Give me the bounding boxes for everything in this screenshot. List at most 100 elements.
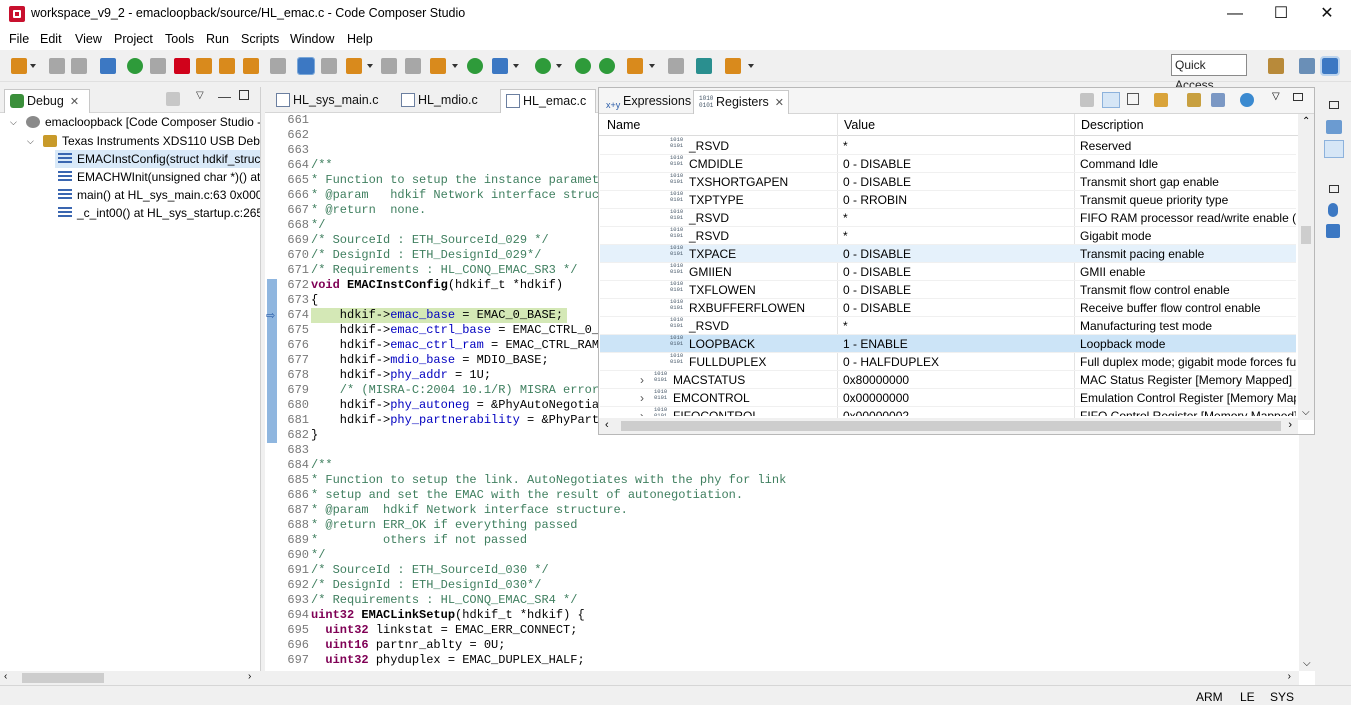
load-dropdown-icon[interactable]	[367, 64, 373, 68]
new-group-icon[interactable]	[1187, 93, 1201, 107]
collapse-all-icon[interactable]	[1080, 93, 1094, 107]
restore-view-icon[interactable]	[1293, 93, 1303, 101]
menu-view[interactable]: View	[75, 32, 102, 46]
register-value[interactable]: 0 - HALFDUPLEX	[843, 353, 939, 370]
menu-run[interactable]: Run	[206, 32, 229, 46]
register-row[interactable]: › 1010 0101 EMCONTROL 0x00000000 Emulation Co…	[600, 389, 1296, 407]
tree-item[interactable]: _c_int00() at HL_sys_startup.c:265 0x000…	[55, 204, 260, 222]
code-line[interactable]: 684/**	[265, 458, 1295, 473]
register-row[interactable]: 1010 0101 CMDIDLE 0 - DISABLE Command Idle	[600, 155, 1296, 173]
tab-registers[interactable]: 1010 0101 Registers ✕	[693, 90, 789, 114]
register-value[interactable]: 0x00000002	[843, 407, 909, 416]
continuous-refresh-icon[interactable]	[1240, 93, 1254, 107]
problems-icon[interactable]	[1326, 224, 1340, 238]
build-dropdown-icon[interactable]	[452, 64, 458, 68]
remove-terminated-icon[interactable]	[166, 92, 180, 106]
registers-vscrollbar[interactable]: ⌃ ⌵	[1298, 114, 1314, 420]
tree-item[interactable]: ⌵ Texas Instruments XDS110 USB Debug Pro…	[0, 132, 260, 150]
register-value[interactable]: *	[843, 227, 848, 244]
scroll-down-icon[interactable]: ⌵	[1302, 407, 1310, 418]
register-value[interactable]: 1 - ENABLE	[843, 335, 908, 352]
scroll-thumb[interactable]	[1301, 226, 1311, 244]
step-over-icon[interactable]	[219, 58, 235, 74]
scroll-up-icon[interactable]: ⌃	[1302, 116, 1310, 127]
scroll-right-icon[interactable]: ›	[1288, 419, 1292, 431]
register-value[interactable]: 0x80000000	[843, 371, 909, 388]
scroll-left-icon[interactable]: ‹	[4, 671, 7, 682]
column-value[interactable]: Value	[844, 118, 875, 132]
restore-icon[interactable]	[1329, 101, 1339, 109]
registers-minimized-icon[interactable]	[1324, 140, 1344, 158]
collapse-icon[interactable]	[1127, 93, 1139, 105]
hammer-dropdown-icon[interactable]	[649, 64, 655, 68]
hammer-icon[interactable]	[627, 58, 643, 74]
menu-scripts[interactable]: Scripts	[241, 32, 279, 46]
debug-perspective-icon[interactable]	[297, 57, 315, 75]
register-value[interactable]: *	[843, 209, 848, 226]
register-value[interactable]: *	[843, 317, 848, 334]
menu-tools[interactable]: Tools	[165, 32, 194, 46]
tab-debug[interactable]: Debug ✕	[4, 89, 90, 113]
maximize-button[interactable]: ☐	[1258, 0, 1304, 28]
chevron-right-icon[interactable]: ›	[640, 389, 644, 406]
scroll-thumb[interactable]	[621, 421, 1281, 431]
memory-browser-icon[interactable]	[270, 58, 286, 74]
menu-project[interactable]: Project	[114, 32, 153, 46]
tree-item[interactable]: ⌵ emacloopback [Code Composer Studio - D…	[0, 113, 260, 131]
tree-item[interactable]: EMACInstConfig(struct hdkif_struct *)() …	[55, 150, 260, 168]
register-value[interactable]: 0 - DISABLE	[843, 245, 911, 262]
column-description[interactable]: Description	[1081, 118, 1144, 132]
register-row[interactable]: 1010 0101 _RSVD * Reserved	[600, 137, 1296, 155]
column-name[interactable]: Name	[607, 118, 640, 132]
register-row[interactable]: › 1010 0101 FIFOCONTROL 0x00000002 FIFO Contr…	[600, 407, 1296, 416]
register-value[interactable]: *	[843, 137, 848, 154]
register-row[interactable]: 1010 0101 _RSVD * Gigabit mode	[600, 227, 1296, 245]
new-icon[interactable]	[11, 58, 27, 74]
scroll-thumb[interactable]	[22, 673, 104, 683]
tab-hl-sys-main[interactable]: HL_sys_main.c	[271, 89, 378, 113]
refresh-icon[interactable]	[1154, 93, 1168, 107]
register-value[interactable]: 0 - DISABLE	[843, 281, 911, 298]
code-line[interactable]: 685 * Function to setup the link. AutoNeg…	[265, 473, 1295, 488]
quick-access-field[interactable]: Quick Access	[1171, 54, 1247, 92]
bug-dropdown-icon[interactable]	[556, 64, 562, 68]
register-value[interactable]: 0 - DISABLE	[843, 173, 911, 190]
register-row[interactable]: 1010 0101 TXFLOWEN 0 - DISABLE Transmit flow…	[600, 281, 1296, 299]
open-perspective-icon[interactable]	[1268, 58, 1284, 74]
code-line[interactable]: 692/* DesignId : ETH_DesignId_030*/	[265, 578, 1295, 593]
debug-icon[interactable]	[467, 58, 483, 74]
code-line[interactable]: 688 * @return ERR_OK if everything passed	[265, 518, 1295, 533]
code-line[interactable]: 686 * setup and set the EMAC with the res…	[265, 488, 1295, 503]
connect-icon[interactable]	[321, 58, 337, 74]
restore-icon[interactable]	[1329, 185, 1339, 193]
register-row[interactable]: 1010 0101 GMIIEN 0 - DISABLE GMII enable	[600, 263, 1296, 281]
scroll-left-icon[interactable]: ‹	[605, 419, 609, 431]
new-dropdown-icon[interactable]	[30, 64, 36, 68]
step-over-asm-icon[interactable]	[599, 58, 615, 74]
flash-dropdown-icon[interactable]	[513, 64, 519, 68]
register-value[interactable]: 0 - DISABLE	[843, 299, 911, 316]
code-line[interactable]: 694 uint32 EMACLinkSetup(hdkif_t *hdkif) …	[265, 608, 1295, 623]
tab-hl-emac[interactable]: HL_emac.c	[500, 89, 596, 113]
register-value[interactable]: 0 - DISABLE	[843, 155, 911, 172]
step-into-icon[interactable]	[196, 58, 212, 74]
code-line[interactable]: 690 */	[265, 548, 1295, 563]
save-all-icon[interactable]	[71, 58, 87, 74]
step-asm-icon[interactable]	[575, 58, 591, 74]
register-row[interactable]: 1010 0101 FULLDUPLEX 0 - HALFDUPLEX Full dup…	[600, 353, 1296, 371]
menu-help[interactable]: Help	[347, 32, 373, 46]
code-line[interactable]: 689 * others if not passed	[265, 533, 1295, 548]
tab-expressions[interactable]: x+y Expressions	[601, 90, 691, 114]
ccs-edit-perspective-icon[interactable]	[1299, 58, 1315, 74]
scroll-down-icon[interactable]: ⌵	[1303, 658, 1311, 669]
reset-icon[interactable]	[381, 58, 397, 74]
registers-hscrollbar[interactable]: ‹ ›	[599, 418, 1298, 434]
editor-hscrollbar[interactable]: ›	[265, 671, 1299, 685]
register-row[interactable]: 1010 0101 TXPTYPE 0 - RROBIN Transmit queue …	[600, 191, 1296, 209]
minimize-view-icon[interactable]: —	[218, 89, 231, 104]
variables-icon[interactable]	[1326, 120, 1342, 134]
tree-item[interactable]: EMACHWInit(unsigned char *)() at HL_emac…	[55, 168, 260, 186]
close-icon[interactable]: ✕	[775, 97, 784, 109]
code-line[interactable]: 697 uint32 phyduplex = EMAC_DUPLEX_HALF;	[265, 653, 1295, 668]
chevron-down-icon[interactable]: ⌵	[10, 117, 20, 127]
